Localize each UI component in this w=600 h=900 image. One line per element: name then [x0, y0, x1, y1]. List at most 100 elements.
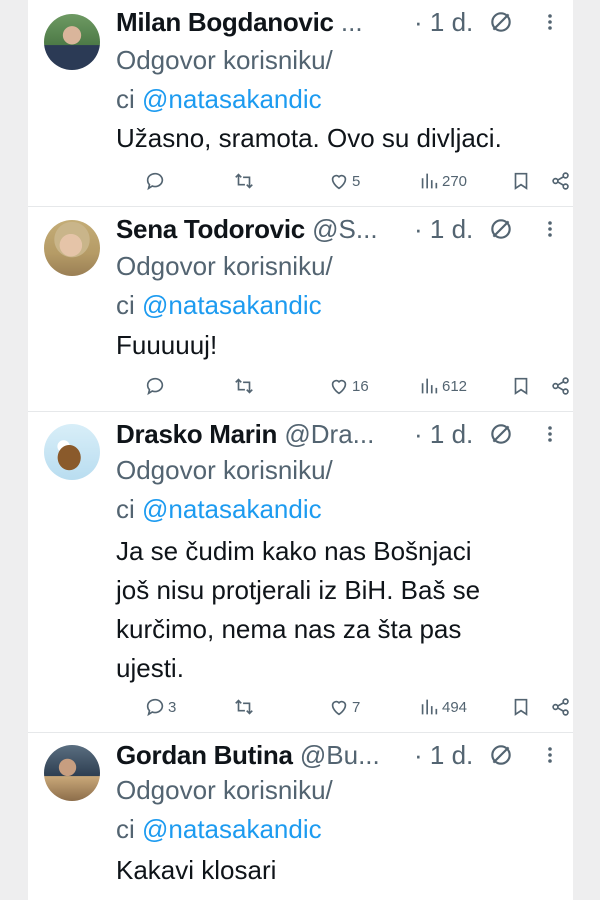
share-button[interactable] — [550, 166, 572, 196]
bookmark-icon — [514, 172, 528, 190]
tweet-text-line: Ja se čudim kako nas Bošnjaci — [116, 536, 472, 566]
avatar[interactable] — [44, 220, 100, 276]
retweet-button[interactable] — [233, 692, 255, 722]
heart-icon — [331, 700, 347, 716]
speech-bubble-icon — [146, 172, 164, 191]
retweet-button[interactable] — [233, 166, 255, 196]
mention-link[interactable]: @natasakandic — [142, 814, 322, 844]
author-handle[interactable]: ... — [341, 7, 363, 37]
share-button[interactable] — [550, 371, 572, 401]
tweet[interactable]: Sena Todorovic @S... · 1 d. Odgovor kori… — [28, 207, 573, 411]
avatar[interactable] — [44, 424, 100, 480]
share-icon — [552, 698, 569, 716]
avatar[interactable] — [44, 14, 100, 70]
tweet-text: Kakavi klosari — [116, 855, 277, 885]
bookmark-icon — [514, 698, 528, 716]
tweet[interactable]: Milan Bogdanovic ... · 1 d. Odgovor kori… — [28, 0, 573, 206]
reply-feed: Milan Bogdanovic ... · 1 d. Odgovor kori… — [28, 0, 573, 900]
view-count: 612 — [442, 377, 468, 395]
avatar[interactable] — [44, 745, 100, 801]
heart-icon — [331, 379, 347, 395]
bookmark-icon — [514, 377, 528, 395]
retweet-icon — [235, 699, 253, 715]
mention-link[interactable]: @natasakandic — [142, 494, 322, 524]
action-bar: 3 7 494 — [116, 692, 569, 722]
reply-context: Odgovor korisniku/ ci @natasakandic — [116, 451, 566, 529]
reply-button[interactable] — [144, 371, 166, 401]
author-handle[interactable]: @Bu... — [300, 740, 380, 770]
more-vertical-icon[interactable] — [540, 5, 560, 39]
share-icon — [552, 172, 569, 190]
bar-chart-icon — [421, 699, 438, 715]
like-button[interactable]: 7 — [328, 692, 360, 722]
no-entry-icon — [491, 12, 511, 32]
author-name[interactable]: Gordan Butina — [116, 740, 293, 770]
timestamp[interactable]: · 1 d. — [414, 212, 473, 246]
reply-button[interactable]: 3 — [144, 692, 176, 722]
tweet-text: Fuuuuuj! — [116, 330, 218, 360]
reply-count: 3 — [168, 698, 177, 716]
mention-link[interactable]: @natasakandic — [142, 290, 322, 320]
retweet-icon — [235, 173, 253, 189]
views-button[interactable]: 270 — [418, 166, 467, 196]
speech-bubble-icon — [146, 698, 164, 717]
reply-prefix-tail: ci — [116, 84, 135, 114]
tweet-header: Sena Todorovic @S... · 1 d. — [116, 212, 556, 246]
more-vertical-icon[interactable] — [540, 738, 560, 772]
bar-chart-icon — [421, 378, 438, 394]
speech-bubble-icon — [146, 377, 164, 396]
reply-prefix: Odgovor korisniku/ — [116, 455, 333, 485]
no-entry-icon — [491, 424, 511, 444]
tweet-text: Užasno, sramota. Ovo su divljaci. — [116, 123, 502, 153]
reply-button[interactable] — [144, 166, 166, 196]
tweet-text-line: još nisu protjerali iz BiH. Baš se — [116, 575, 481, 605]
author-handle[interactable]: @Dra... — [284, 419, 374, 449]
more-vertical-icon[interactable] — [540, 417, 560, 451]
reply-prefix-tail: ci — [116, 494, 135, 524]
like-count: 16 — [352, 377, 369, 395]
like-button[interactable]: 5 — [328, 166, 360, 196]
timestamp[interactable]: · 1 d. — [414, 5, 473, 39]
like-count: 7 — [352, 698, 361, 716]
tweet-text-line: ujesti. — [116, 653, 184, 683]
share-button[interactable] — [550, 692, 572, 722]
more-vertical-icon[interactable] — [540, 212, 560, 246]
heart-icon — [331, 174, 347, 190]
reply-context: Odgovor korisniku/ ci @natasakandic — [116, 247, 566, 325]
tweet-header: Milan Bogdanovic ... · 1 d. — [116, 5, 556, 39]
bookmark-button[interactable] — [510, 166, 532, 196]
action-bar: 5 270 — [116, 166, 569, 196]
action-bar: 16 612 — [116, 371, 569, 401]
author-name[interactable]: Sena Todorovic — [116, 214, 305, 244]
tweet[interactable]: Gordan Butina @Bu... · 1 d. Odgovor kori… — [28, 733, 573, 900]
tweet[interactable]: Drasko Marin @Dra... · 1 d. Odgovor kori… — [28, 412, 573, 732]
like-button[interactable]: 16 — [328, 371, 369, 401]
reply-prefix: Odgovor korisniku/ — [116, 45, 333, 75]
timestamp[interactable]: · 1 d. — [414, 417, 473, 451]
no-entry-icon — [491, 745, 511, 765]
views-button[interactable]: 494 — [418, 692, 467, 722]
bookmark-button[interactable] — [510, 692, 532, 722]
reply-prefix-tail: ci — [116, 290, 135, 320]
retweet-button[interactable] — [233, 371, 255, 401]
view-count: 494 — [442, 698, 468, 716]
bookmark-button[interactable] — [510, 371, 532, 401]
author-name[interactable]: Milan Bogdanovic — [116, 7, 334, 37]
reply-prefix: Odgovor korisniku/ — [116, 775, 333, 805]
author-handle[interactable]: @S... — [312, 214, 377, 244]
like-count: 5 — [352, 172, 361, 190]
views-button[interactable]: 612 — [418, 371, 467, 401]
timestamp[interactable]: · 1 d. — [414, 738, 473, 772]
retweet-icon — [235, 378, 253, 394]
view-count: 270 — [442, 172, 468, 190]
tweet-text: Ja se čudim kako nas Bošnjaci još nisu p… — [116, 532, 566, 688]
tweet-text-line: kurčimo, nema nas za šta pas — [116, 614, 462, 644]
bar-chart-icon — [421, 173, 438, 189]
tweet-header: Gordan Butina @Bu... · 1 d. — [116, 738, 556, 772]
reply-prefix-tail: ci — [116, 814, 135, 844]
no-entry-icon — [491, 219, 511, 239]
author-name[interactable]: Drasko Marin — [116, 419, 277, 449]
mention-link[interactable]: @natasakandic — [142, 84, 322, 114]
reply-context: Odgovor korisniku/ ci @natasakandic — [116, 771, 566, 849]
reply-prefix: Odgovor korisniku/ — [116, 251, 333, 281]
